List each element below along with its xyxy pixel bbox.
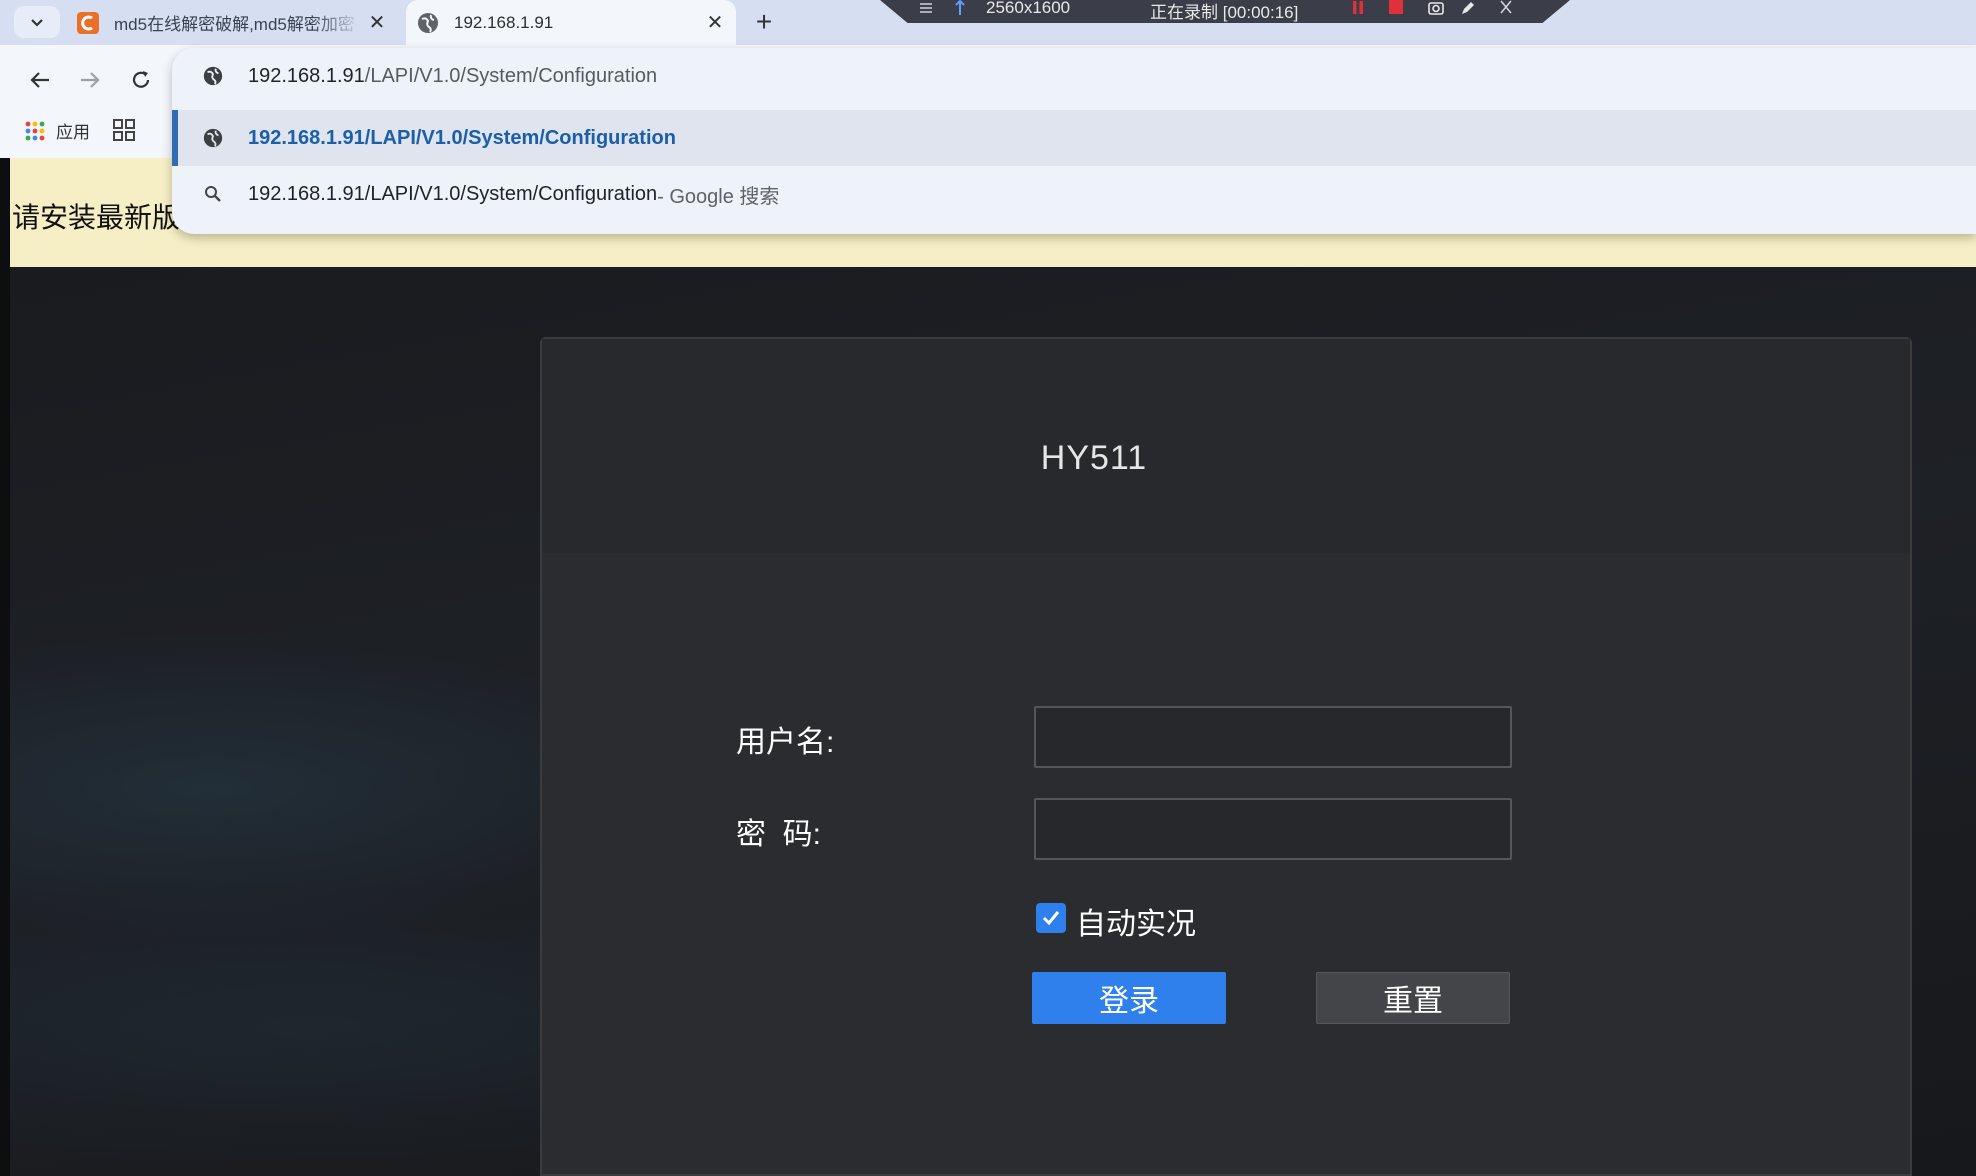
check-icon xyxy=(1042,911,1060,926)
globe-icon xyxy=(418,12,438,33)
suggestion-text: 192.168.1.91/LAPI/V1.0/System/Configurat… xyxy=(248,182,658,205)
suggestion-text: 192.168.1.91/LAPI/V1.0/System/Configurat… xyxy=(248,126,676,149)
page-edge xyxy=(0,158,10,1176)
tab-groups-button[interactable] xyxy=(112,118,136,147)
reset-button[interactable]: 重置 xyxy=(1316,972,1510,1024)
suggestion-item[interactable]: 192.168.1.91/LAPI/V1.0/System/Configurat… xyxy=(172,110,1976,166)
arrow-right-icon xyxy=(81,72,100,88)
password-label: 密 码: xyxy=(736,818,822,851)
address-path: /LAPI/V1.0/System/Configuration xyxy=(364,64,658,87)
globe-icon xyxy=(200,63,226,89)
tab-search-button[interactable] xyxy=(14,6,60,38)
close-icon[interactable] xyxy=(1498,0,1514,16)
address-host: 192.168.1.91 xyxy=(248,64,365,87)
globe-icon xyxy=(200,125,226,151)
apps-grid-icon xyxy=(25,121,45,140)
tab-title: 192.168.1.91 xyxy=(454,12,554,32)
back-button[interactable] xyxy=(20,60,60,100)
suggestion-suffix: - Google 搜索 xyxy=(657,185,780,208)
forward-button[interactable] xyxy=(70,60,110,100)
close-icon[interactable]: ✕ xyxy=(362,8,392,38)
auto-live-checkbox[interactable] xyxy=(1036,903,1066,933)
recorder-status: 正在录制 [00:00:16] xyxy=(1150,3,1299,22)
username-label: 用户名: xyxy=(736,726,835,759)
search-icon xyxy=(200,181,226,207)
chevron-down-icon xyxy=(31,19,43,27)
reload-button[interactable] xyxy=(121,60,161,100)
login-panel: HY511 用户名: 密 码: 自动实况 登录 重置 xyxy=(540,337,1912,1176)
omnibox-dropdown: 192.168.1.91/LAPI/V1.0/System/Configurat… xyxy=(172,48,1976,234)
tab-md5[interactable]: md5在线解密破解,md5解密加密 ✕ xyxy=(68,0,398,45)
suggestion-item[interactable]: 192.168.1.91/LAPI/V1.0/System/Configurat… xyxy=(172,168,1976,220)
cmd5-favicon-icon xyxy=(77,11,99,34)
tab-title: md5在线解密破解,md5解密加密 xyxy=(114,15,355,34)
pen-icon[interactable] xyxy=(1460,0,1476,16)
bookmark-apps-label: 应用 xyxy=(56,123,90,142)
arrow-left-icon xyxy=(30,72,49,88)
close-icon[interactable]: ✕ xyxy=(700,8,730,38)
pin-icon[interactable] xyxy=(952,0,968,16)
menu-icon[interactable] xyxy=(918,0,934,16)
recorder-resolution: 2560x1600 xyxy=(986,0,1071,17)
pause-icon[interactable] xyxy=(1350,0,1366,16)
reload-icon xyxy=(132,71,150,88)
grid-icon xyxy=(113,119,135,141)
new-tab-button[interactable]: + xyxy=(745,3,783,41)
login-button[interactable]: 登录 xyxy=(1032,972,1226,1024)
warning-text: 请安装最新版 xyxy=(12,202,181,233)
auto-live-label[interactable]: 自动实况 xyxy=(1076,899,1196,943)
password-input[interactable] xyxy=(1034,798,1512,860)
address-bar[interactable]: 192.168.1.91/LAPI/V1.0/System/Configurat… xyxy=(172,54,1976,98)
screen-recorder-bar: 2560x1600 正在录制 [00:00:16] xyxy=(880,0,1570,23)
device-model-title: HY511 xyxy=(1040,439,1148,477)
camera-icon[interactable] xyxy=(1428,0,1444,16)
stop-icon[interactable] xyxy=(1388,0,1404,16)
bookmark-apps[interactable]: 应用 xyxy=(24,118,90,143)
tab-192-168-1-91[interactable]: 192.168.1.91 ✕ xyxy=(406,0,736,45)
login-header: HY511 xyxy=(542,339,1910,553)
username-input[interactable] xyxy=(1034,706,1512,768)
